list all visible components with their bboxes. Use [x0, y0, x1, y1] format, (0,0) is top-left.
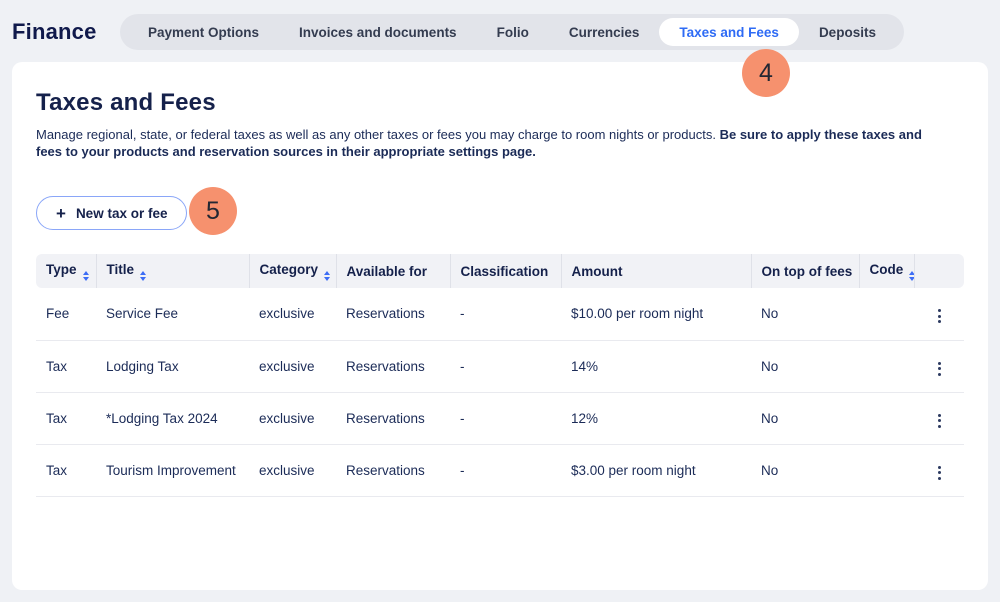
taxes-and-fees-table: Type Title Category Available for Classifica… [36, 254, 964, 497]
sort-icon[interactable] [140, 271, 146, 281]
cell-on-top-of-fees: No [751, 392, 859, 444]
column-label: Classification [461, 264, 549, 279]
tab-folio[interactable]: Folio [477, 18, 549, 46]
column-header-available-for: Available for [336, 254, 450, 288]
topbar: Finance Payment OptionsInvoices and docu… [0, 0, 1000, 50]
cell-type: Tax [36, 392, 96, 444]
annotation-step-4: 4 [742, 49, 790, 97]
column-label: Amount [572, 264, 623, 279]
cell-category: exclusive [249, 288, 336, 340]
tab-deposits[interactable]: Deposits [799, 18, 896, 46]
cell-actions [914, 444, 964, 496]
column-header-category[interactable]: Category [249, 254, 336, 288]
column-header-amount: Amount [561, 254, 751, 288]
new-tax-or-fee-label: New tax or fee [76, 206, 168, 221]
sort-icon[interactable] [909, 271, 914, 281]
row-menu-kebab-icon[interactable] [930, 462, 949, 484]
cell-on-top-of-fees: No [751, 340, 859, 392]
table-header: Type Title Category Available for Classifica… [36, 254, 964, 288]
tab-bar: Payment OptionsInvoices and documentsFol… [120, 14, 904, 50]
tab-payment-options[interactable]: Payment Options [128, 18, 279, 46]
column-label: Available for [347, 264, 428, 279]
cell-amount: $3.00 per room night [561, 444, 751, 496]
cell-actions [914, 340, 964, 392]
sort-icon[interactable] [83, 271, 89, 281]
column-label: Category [260, 262, 319, 277]
cell-category: exclusive [249, 444, 336, 496]
cell-code [859, 444, 914, 496]
cell-available-for: Reservations [336, 288, 450, 340]
cell-actions [914, 288, 964, 340]
cell-title: Service Fee [96, 288, 249, 340]
annotation-step-5: 5 [189, 187, 237, 235]
table-row: FeeService FeeexclusiveReservations-$10.… [36, 288, 964, 340]
row-menu-kebab-icon[interactable] [930, 410, 949, 432]
cell-available-for: Reservations [336, 444, 450, 496]
table-row: TaxLodging TaxexclusiveReservations-14%N… [36, 340, 964, 392]
column-header-title[interactable]: Title [96, 254, 249, 288]
column-label: Code [870, 262, 904, 277]
cell-classification: - [450, 288, 561, 340]
column-header-on-top-of-fees: On top of fees [751, 254, 859, 288]
cell-amount: 14% [561, 340, 751, 392]
row-menu-kebab-icon[interactable] [930, 305, 949, 327]
cell-type: Tax [36, 340, 96, 392]
column-header-actions [914, 254, 964, 288]
cell-title: Lodging Tax [96, 340, 249, 392]
column-header-classification: Classification [450, 254, 561, 288]
column-label: On top of fees [762, 264, 853, 279]
cell-available-for: Reservations [336, 340, 450, 392]
column-label: Type [46, 262, 77, 277]
cell-amount: 12% [561, 392, 751, 444]
section-description: Manage regional, state, or federal taxes… [36, 126, 938, 160]
row-menu-kebab-icon[interactable] [930, 358, 949, 380]
cell-title: *Lodging Tax 2024 [96, 392, 249, 444]
column-header-code[interactable]: Code [859, 254, 914, 288]
description-text: Manage regional, state, or federal taxes… [36, 127, 720, 142]
cell-on-top-of-fees: No [751, 444, 859, 496]
page-title: Finance [12, 19, 120, 45]
cell-type: Fee [36, 288, 96, 340]
cell-available-for: Reservations [336, 392, 450, 444]
cell-title: Tourism Improvement [96, 444, 249, 496]
new-tax-or-fee-button[interactable]: + New tax or fee [36, 196, 187, 230]
cell-classification: - [450, 444, 561, 496]
section-heading: Taxes and Fees [36, 88, 964, 118]
column-label: Title [107, 262, 135, 277]
tab-invoices-and-documents[interactable]: Invoices and documents [279, 18, 477, 46]
tab-taxes-and-fees[interactable]: Taxes and Fees [659, 18, 799, 46]
cell-category: exclusive [249, 392, 336, 444]
table-row: Tax*Lodging Tax 2024exclusiveReservation… [36, 392, 964, 444]
cell-classification: - [450, 340, 561, 392]
cell-code [859, 392, 914, 444]
cell-amount: $10.00 per room night [561, 288, 751, 340]
cell-actions [914, 392, 964, 444]
content-card: Taxes and Fees Manage regional, state, o… [12, 62, 988, 590]
cell-category: exclusive [249, 340, 336, 392]
table-row: TaxTourism ImprovementexclusiveReservati… [36, 444, 964, 496]
tab-currencies[interactable]: Currencies [549, 18, 660, 46]
cell-type: Tax [36, 444, 96, 496]
cell-classification: - [450, 392, 561, 444]
cell-code [859, 340, 914, 392]
column-header-type[interactable]: Type [36, 254, 96, 288]
plus-icon: + [56, 205, 66, 222]
sort-icon[interactable] [324, 271, 330, 281]
cell-code [859, 288, 914, 340]
cell-on-top-of-fees: No [751, 288, 859, 340]
